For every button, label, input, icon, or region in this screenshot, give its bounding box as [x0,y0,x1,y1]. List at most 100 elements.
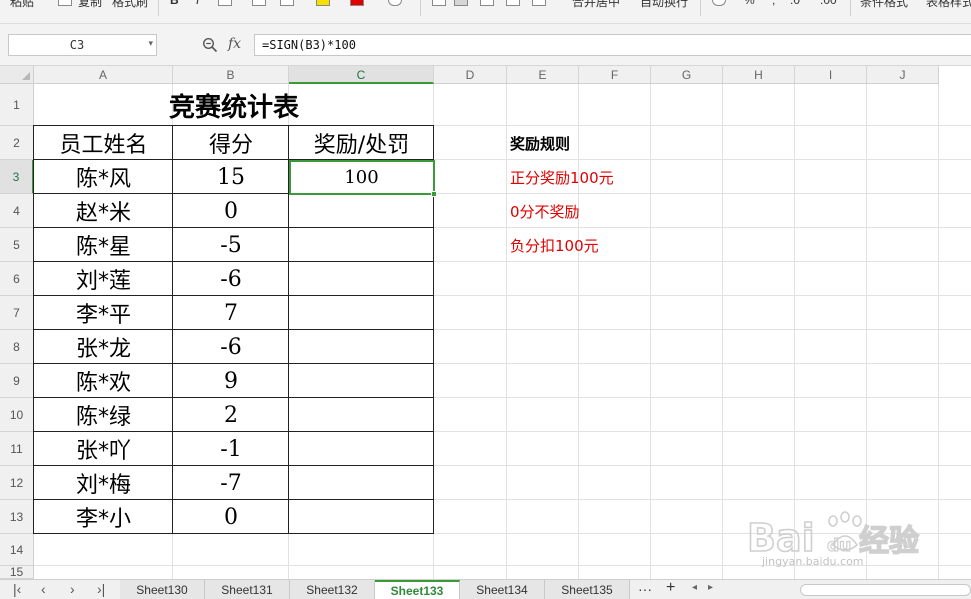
spreadsheet-window: 粘贴 复制 格式刷 B I 合并居中 自动换行 % , .0 .00 条件格式 … [0,0,971,599]
scroll-right-icon[interactable]: ▸ [708,582,713,593]
cell-name: 陈*欢 [75,371,131,396]
decimal-icon[interactable]: .0 [790,0,800,7]
row-header-8[interactable]: 8 [0,330,34,364]
row-header-11[interactable]: 11 [0,432,34,466]
clear-icon[interactable] [388,0,402,6]
row-header-5[interactable]: 5 [0,228,34,262]
cell-score: 9 [224,368,238,394]
cell-score: 0 [224,504,238,530]
sheet-tab-sheet134[interactable]: Sheet134 [460,580,545,599]
select-all-corner[interactable] [0,66,34,84]
formula-text: =SIGN(B3)*100 [262,38,356,52]
format-painter-button[interactable]: 格式刷 [112,0,148,10]
cell-name: 李*平 [75,303,131,328]
column-header-h[interactable]: H [723,66,795,84]
row-header-7[interactable]: 7 [0,296,34,330]
wrap-text-button[interactable]: 自动换行 [640,0,688,10]
thousands-icon[interactable]: , [772,0,775,7]
row-header-10[interactable]: 10 [0,398,34,432]
column-header-f[interactable]: F [579,66,651,84]
cell-name: 刘*莲 [75,269,131,294]
fill-color-icon[interactable] [316,0,330,6]
align-middle-icon[interactable] [454,0,468,6]
column-header-j[interactable]: J [867,66,939,84]
cell-name: 刘*梅 [75,473,131,498]
sheet-tab-sheet133[interactable]: Sheet133 [375,580,460,599]
fx-icon[interactable]: fx [228,36,241,52]
row-header-6[interactable]: 6 [0,262,34,296]
decimal-decrease-icon[interactable]: .00 [820,0,837,7]
ribbon-divider [850,0,851,16]
row-header-3[interactable]: 3 [0,160,34,194]
cell-name: 张*龙 [75,337,131,362]
table-style-button[interactable]: 表格样式 [926,0,971,10]
number-format-icon[interactable] [712,0,726,6]
row-header-15[interactable]: 15 [0,566,34,579]
sheet-tab-sheet130[interactable]: Sheet130 [120,580,205,599]
copy-button[interactable]: 复制 [78,0,102,10]
paste-button[interactable]: 粘贴 [10,0,34,10]
rules-heading: 奖励规则 [510,135,571,153]
merge-icon[interactable] [280,0,294,6]
row-header-4[interactable]: 4 [0,194,34,228]
row-header-13[interactable]: 13 [0,500,34,534]
align-top-icon[interactable] [432,0,446,6]
sheet-tab-sheet132[interactable]: Sheet132 [290,580,375,599]
ribbon-divider [420,0,421,16]
last-sheet-icon[interactable]: ›| [97,581,105,597]
column-header-c[interactable]: C [289,66,434,84]
watermark-brand-2: du [827,536,851,556]
column-header-d[interactable]: D [434,66,507,84]
cell-score: -7 [220,470,242,496]
cell-score: -1 [220,436,242,462]
cell-score: 15 [217,164,245,190]
percent-icon[interactable]: % [744,0,755,7]
cell-score: -6 [220,266,242,292]
bold-icon[interactable]: B [170,0,179,7]
next-sheet-icon[interactable]: › [70,581,75,597]
fill-handle[interactable] [431,191,437,197]
formula-input[interactable]: =SIGN(B3)*100 [254,34,971,56]
sheet-tab-sheet131[interactable]: Sheet131 [205,580,290,599]
sheet-tab-bar: |‹ ‹ › ›| Sheet130 Sheet131 Sheet132 Sheet1… [0,579,971,599]
align-center-icon[interactable] [532,0,546,6]
row-header-9[interactable]: 9 [0,364,34,398]
row-header-14[interactable]: 14 [0,534,34,566]
column-header-i[interactable]: I [795,66,867,84]
row-header-12[interactable]: 12 [0,466,34,500]
cell-score: 0 [224,198,238,224]
column-header-a[interactable]: A [34,66,173,84]
font-color-icon[interactable] [350,0,364,6]
cell-name: 陈*绿 [75,405,131,430]
watermark-cn: 经验 [859,524,919,559]
name-box-value: C3 [69,38,85,52]
scroll-left-icon[interactable]: ◂ [692,582,697,593]
column-header-g[interactable]: G [651,66,723,84]
column-header-e[interactable]: E [507,66,579,84]
italic-icon[interactable]: I [196,0,199,7]
align-bottom-icon[interactable] [480,0,494,6]
chevron-down-icon[interactable]: ▾ [148,38,153,49]
more-sheets-button[interactable]: ··· [638,581,652,597]
row-header-2[interactable]: 2 [0,126,34,160]
sheet-tab-sheet135[interactable]: Sheet135 [545,580,630,599]
copy-icon[interactable] [58,0,72,6]
name-box[interactable]: C3 ▾ [8,34,157,56]
zoom-icon[interactable] [202,37,218,53]
selected-cell-c3[interactable] [289,160,437,197]
underline-icon[interactable] [218,0,232,6]
cell-name: 陈*风 [75,167,131,192]
border-icon[interactable] [252,0,266,6]
cell-name: 张*吖 [75,439,131,464]
first-sheet-icon[interactable]: |‹ [13,581,21,597]
horizontal-scrollbar[interactable] [800,584,971,596]
formula-bar: C3 ▾ fx =SIGN(B3)*100 [0,24,971,66]
column-header-b[interactable]: B [173,66,289,84]
align-left-icon[interactable] [506,0,520,6]
add-sheet-button[interactable]: + [666,579,675,597]
row-header-1[interactable]: 1 [0,84,34,126]
conditional-format-button[interactable]: 条件格式 [860,0,908,10]
merge-center-button[interactable]: 合并居中 [572,0,620,10]
prev-sheet-icon[interactable]: ‹ [41,581,46,597]
cell-score: 2 [224,402,238,428]
